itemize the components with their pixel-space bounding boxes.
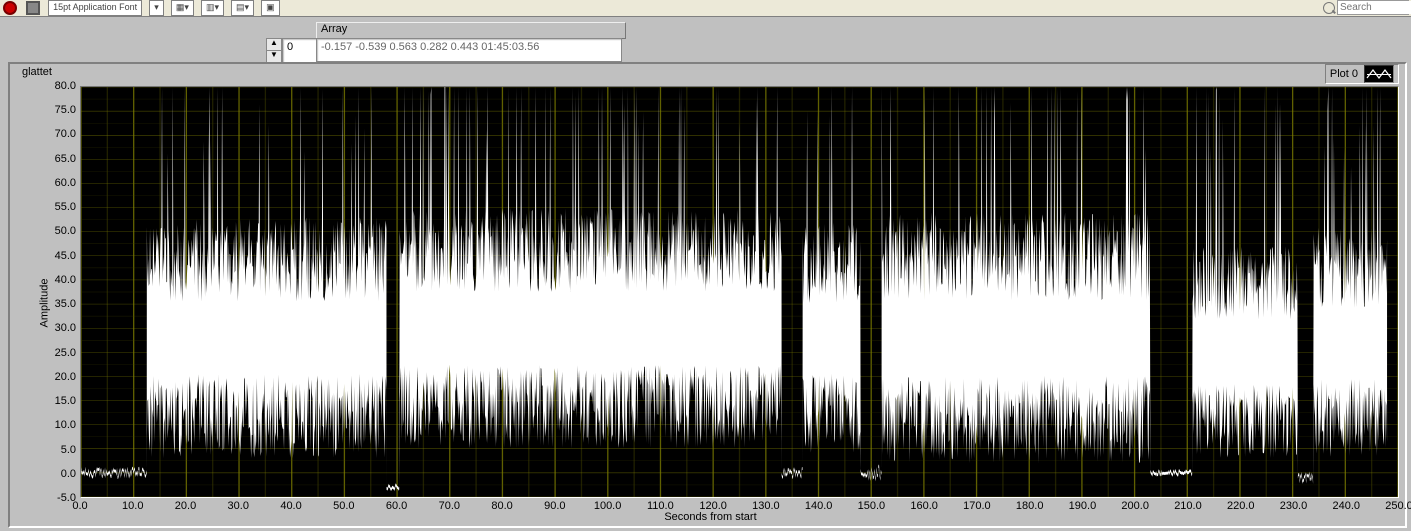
plot-legend[interactable]: Plot 0 [1325, 64, 1399, 84]
x-tick: 250.0 [1385, 500, 1411, 512]
plot-area[interactable] [80, 86, 1399, 498]
graph-panel: glattet Plot 0 Amplitude -5.00.05.010.01… [8, 62, 1407, 528]
reorder-button[interactable]: ▤▾ [231, 0, 254, 16]
x-tick: 100.0 [594, 500, 622, 512]
y-tick: 55.0 [55, 201, 76, 213]
group-button[interactable]: ▣ [261, 0, 280, 16]
x-tick: 10.0 [122, 500, 143, 512]
x-tick: 50.0 [333, 500, 354, 512]
array-label: Array [316, 22, 626, 39]
y-tick: 70.0 [55, 128, 76, 140]
y-tick: 50.0 [55, 225, 76, 237]
distribute-objects-button[interactable]: ▥▾ [201, 0, 224, 16]
x-tick: 0.0 [72, 500, 87, 512]
x-tick: 190.0 [1069, 500, 1097, 512]
x-tick: 220.0 [1227, 500, 1255, 512]
y-axis-ticks: -5.00.05.010.015.020.025.030.035.040.045… [40, 86, 76, 498]
toolbar: 15pt Application Font ▾ ▦▾ ▥▾ ▤▾ ▣ [0, 0, 1411, 17]
y-tick: 5.0 [61, 444, 76, 456]
y-tick: 45.0 [55, 250, 76, 262]
align-objects-button[interactable]: ▦▾ [171, 0, 194, 16]
x-tick: 80.0 [491, 500, 512, 512]
x-tick: 170.0 [963, 500, 991, 512]
x-tick: 180.0 [1016, 500, 1044, 512]
x-tick: 60.0 [386, 500, 407, 512]
y-tick: 60.0 [55, 177, 76, 189]
y-tick: 75.0 [55, 104, 76, 116]
search-field[interactable] [1338, 1, 1411, 14]
y-tick: 0.0 [61, 468, 76, 480]
x-tick: 200.0 [1121, 500, 1149, 512]
array-index-field[interactable]: 0 [282, 38, 320, 64]
x-tick: 160.0 [910, 500, 938, 512]
x-tick: 240.0 [1332, 500, 1360, 512]
y-tick: 30.0 [55, 322, 76, 334]
x-tick: 230.0 [1280, 500, 1308, 512]
graph-label: glattet [22, 66, 52, 78]
x-axis-label: Seconds from start [664, 511, 756, 523]
x-tick: 20.0 [175, 500, 196, 512]
y-tick: 65.0 [55, 153, 76, 165]
y-tick: 25.0 [55, 347, 76, 359]
font-selector[interactable]: 15pt Application Font [48, 0, 142, 16]
legend-line-icon [1364, 65, 1394, 83]
x-tick: 90.0 [544, 500, 565, 512]
chart: Amplitude -5.00.05.010.015.020.025.030.0… [22, 86, 1399, 520]
array-index-spinner[interactable]: ▲ ▼ [266, 38, 280, 63]
y-tick: 80.0 [55, 80, 76, 92]
search-input[interactable] [1337, 0, 1409, 15]
record-icon[interactable] [3, 1, 17, 15]
search-icon [1323, 2, 1335, 14]
x-tick: 150.0 [858, 500, 886, 512]
x-tick: 40.0 [280, 500, 301, 512]
y-tick: 20.0 [55, 371, 76, 383]
y-tick: 15.0 [55, 395, 76, 407]
x-tick: 210.0 [1174, 500, 1202, 512]
y-tick: 10.0 [55, 419, 76, 431]
stop-icon[interactable] [26, 1, 40, 15]
x-tick: 30.0 [228, 500, 249, 512]
y-tick: 40.0 [55, 274, 76, 286]
legend-entry-label: Plot 0 [1330, 68, 1358, 80]
array-value-field[interactable]: -0.157 -0.539 0.563 0.282 0.443 01:45:03… [316, 38, 622, 62]
y-tick: 35.0 [55, 298, 76, 310]
x-tick: 140.0 [805, 500, 833, 512]
x-tick: 70.0 [439, 500, 460, 512]
toolbar-dropdown-icon[interactable]: ▾ [149, 0, 164, 16]
